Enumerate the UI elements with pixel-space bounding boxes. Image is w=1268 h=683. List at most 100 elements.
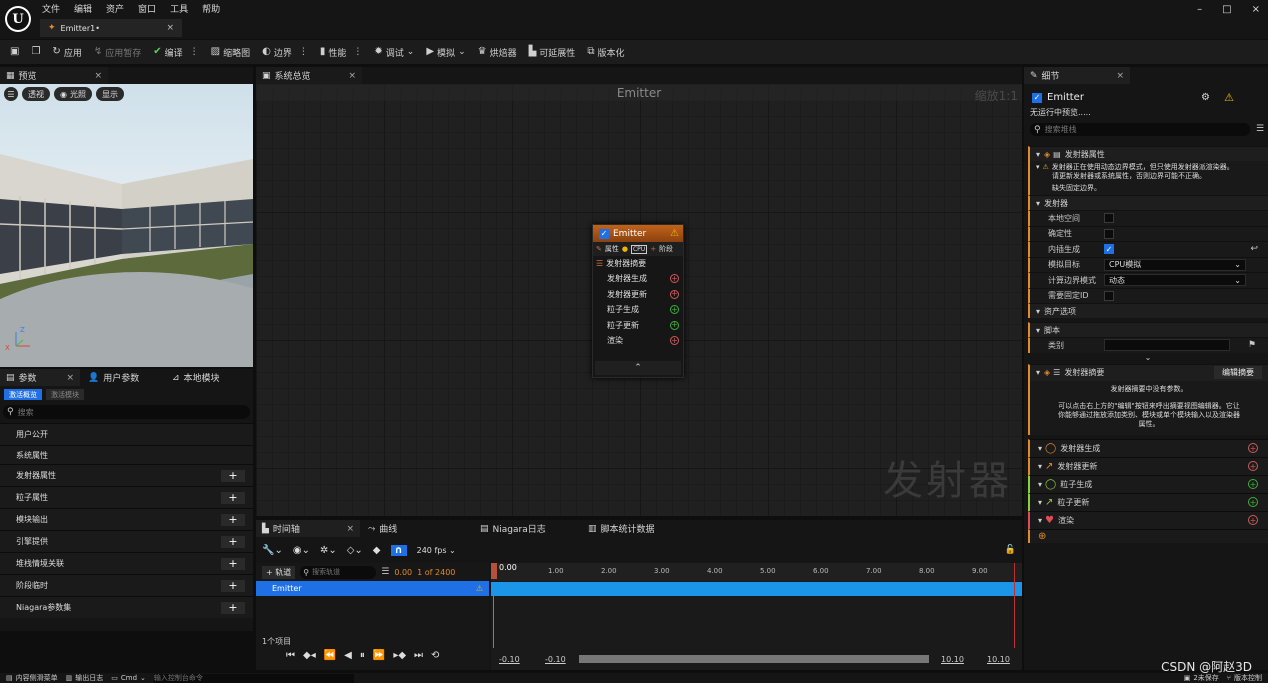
- curves-tab[interactable]: ⤳ 曲线: [362, 520, 472, 537]
- stack-row-emitter-spawn[interactable]: ▾ ◯ 发射器生成 +: [1028, 438, 1268, 457]
- range-end-a[interactable]: 10.10: [941, 655, 964, 664]
- menu-asset[interactable]: 资产: [106, 2, 124, 15]
- preview-tab[interactable]: ▦ 预览 ×: [0, 67, 108, 84]
- menu-file[interactable]: 文件: [42, 2, 60, 15]
- track-bar-emitter[interactable]: [491, 582, 1022, 596]
- simulate-button[interactable]: ▶ 模拟 ⌄: [420, 42, 471, 62]
- time-ruler[interactable]: 1.00 2.00 3.00 4.00 5.00 6.00 7.00 8.00 …: [491, 563, 1022, 581]
- stack-row-particle-spawn[interactable]: ▾ ◯ 粒子生成 +: [1028, 474, 1268, 493]
- add-module-icon[interactable]: +: [1248, 479, 1258, 489]
- params-tab-close-icon[interactable]: ×: [66, 373, 74, 383]
- menu-help[interactable]: 帮助: [202, 2, 220, 15]
- range-start-b[interactable]: -0.10: [545, 655, 566, 664]
- details-tab[interactable]: ✎ 细节 ×: [1024, 67, 1130, 84]
- playhead-marker[interactable]: [491, 563, 497, 579]
- compile-options-icon[interactable]: ⋮: [190, 47, 199, 57]
- apply-button[interactable]: ↻ 应用: [46, 42, 87, 62]
- output-log-button[interactable]: ▥ 输出日志: [66, 673, 104, 683]
- system-overview-tab[interactable]: ▣ 系统总览 ×: [256, 67, 362, 84]
- compile-button[interactable]: ✔ 编译 ⋮: [147, 42, 204, 62]
- track-row-emitter[interactable]: Emitter ⚠: [256, 581, 489, 596]
- param-row-user-exposed[interactable]: 用户公开: [0, 423, 253, 445]
- stack-row-add-stage[interactable]: ⊕: [1028, 528, 1268, 543]
- param-row-transient[interactable]: 阶段临时 +: [0, 574, 253, 596]
- key-icon[interactable]: ◇⌄: [347, 545, 363, 556]
- asset-tab-close-icon[interactable]: ×: [166, 23, 174, 33]
- wrench-icon[interactable]: 🔧⌄: [262, 545, 283, 556]
- param-row-module-output[interactable]: 模块输出 +: [0, 508, 253, 530]
- go-to-start-icon[interactable]: ⏮: [286, 650, 295, 661]
- range-scrollbar[interactable]: [579, 655, 929, 663]
- emitter-enable-checkbox[interactable]: ✓: [599, 228, 609, 239]
- bounds-mode-dropdown[interactable]: 动态 ⌄: [1104, 274, 1246, 287]
- scalability-button[interactable]: ▙ 可延展性: [523, 42, 582, 62]
- timeline-area[interactable]: 1.00 2.00 3.00 4.00 5.00 6.00 7.00 8.00 …: [491, 563, 1022, 670]
- asset-tab[interactable]: ✦ Emitter1• ×: [40, 19, 182, 37]
- stack-row-emitter-update[interactable]: ▾ ↗ 发射器更新 +: [1028, 456, 1268, 475]
- reset-arrow-icon[interactable]: ↩: [1250, 244, 1258, 254]
- maximize-button[interactable]: □: [1222, 4, 1231, 15]
- range-start-a[interactable]: -0.10: [499, 655, 520, 664]
- node-properties-button[interactable]: 属性: [605, 244, 619, 254]
- debug-button[interactable]: ✹ 调试 ⌄: [368, 42, 420, 62]
- script-header[interactable]: ▾ 脚本: [1028, 322, 1268, 337]
- next-key-icon[interactable]: ▸◆: [393, 650, 406, 661]
- cmd-button[interactable]: ▭ Cmd ⌄: [111, 674, 146, 682]
- show-button[interactable]: 显示: [95, 87, 124, 101]
- unreal-logo-icon[interactable]: U: [5, 6, 31, 32]
- keyframe-icon[interactable]: ◆: [373, 545, 381, 556]
- niagara-log-tab[interactable]: ▤ Niagara日志: [474, 520, 580, 537]
- flag-icon[interactable]: ⚑: [1248, 340, 1256, 350]
- overview-tab-close-icon[interactable]: ×: [348, 71, 356, 81]
- performance-button[interactable]: ▮ 性能 ⋮: [314, 42, 369, 62]
- console-input[interactable]: [153, 673, 354, 683]
- play-reverse-icon[interactable]: ◀: [344, 650, 352, 661]
- emitter-summary-row[interactable]: ☰ 发射器摘要: [593, 256, 683, 271]
- edit-summary-button[interactable]: 编辑摘要: [1214, 366, 1262, 379]
- add-param-button[interactable]: +: [221, 557, 245, 570]
- range-end-b[interactable]: 10.10: [987, 655, 1010, 664]
- add-module-icon[interactable]: +: [1248, 461, 1258, 471]
- local-space-checkbox[interactable]: [1104, 213, 1114, 224]
- menu-edit[interactable]: 编辑: [74, 2, 92, 15]
- details-tab-close-icon[interactable]: ×: [1116, 71, 1124, 81]
- param-row-system[interactable]: 系统属性: [0, 445, 253, 464]
- lit-button[interactable]: ◉ 光照: [54, 87, 92, 101]
- add-module-icon[interactable]: +: [670, 336, 679, 346]
- track-search[interactable]: ⚲: [300, 565, 377, 579]
- graph-canvas[interactable]: Emitter 缩放1:1 发射器 ✓ Emitter ⚠ ✎ 属性 ● CPU…: [256, 84, 1022, 516]
- menu-window[interactable]: 窗口: [138, 2, 156, 15]
- minimize-button[interactable]: –: [1197, 4, 1202, 15]
- emitter-summary-header[interactable]: ▾ ◈ ☰ 发射器摘要 编辑摘要: [1028, 363, 1268, 381]
- param-row-particle[interactable]: 粒子属性 +: [0, 486, 253, 508]
- param-row-stack-context[interactable]: 堆栈情境关联 +: [0, 552, 253, 574]
- pause-icon[interactable]: ⏸: [360, 650, 365, 661]
- bounds-options-icon[interactable]: ⋮: [299, 47, 308, 57]
- add-param-button[interactable]: +: [221, 491, 245, 504]
- emitter-node[interactable]: ✓ Emitter ⚠ ✎ 属性 ● CPU + 阶段 ☰ 发射器摘要 发射器生…: [592, 224, 684, 378]
- requires-id-checkbox[interactable]: [1104, 290, 1114, 301]
- determinism-checkbox[interactable]: [1104, 228, 1114, 239]
- bounds-button[interactable]: ◐ 边界 ⋮: [256, 42, 314, 62]
- stack-row-particle-update[interactable]: ▾ ↗ 粒子更新 +: [1028, 492, 1268, 511]
- thumbnail-button[interactable]: ▨ 缩略图: [205, 42, 256, 62]
- category-input[interactable]: [1104, 339, 1230, 352]
- filter-icon[interactable]: ☰: [381, 567, 389, 577]
- add-param-button[interactable]: +: [221, 601, 245, 614]
- user-params-tab[interactable]: 👤 用户参数: [82, 369, 164, 386]
- add-param-button[interactable]: +: [221, 535, 245, 548]
- content-drawer-button[interactable]: ▤ 内容侧滑菜单: [6, 673, 58, 683]
- params-tab[interactable]: ▤ 参数 ×: [0, 369, 80, 386]
- magnet-snap-icon[interactable]: ∩: [390, 544, 407, 556]
- emitter-section-header[interactable]: ▾ 发射器: [1028, 195, 1268, 210]
- node-row-emitter-spawn[interactable]: 发射器生成 +: [593, 271, 683, 287]
- filter-active-button[interactable]: 激活概览: [4, 389, 42, 400]
- go-to-end-icon[interactable]: ⏭: [414, 650, 423, 661]
- emitter-node-header[interactable]: ✓ Emitter ⚠: [593, 225, 683, 242]
- add-track-button[interactable]: + 轨道: [262, 565, 296, 579]
- filter-modules-button[interactable]: 激活模块: [46, 389, 84, 400]
- add-param-button[interactable]: +: [221, 469, 245, 482]
- close-button[interactable]: ×: [1252, 4, 1260, 15]
- details-search-input[interactable]: [1044, 125, 1235, 134]
- view-eye-icon[interactable]: ◉⌄: [293, 545, 310, 556]
